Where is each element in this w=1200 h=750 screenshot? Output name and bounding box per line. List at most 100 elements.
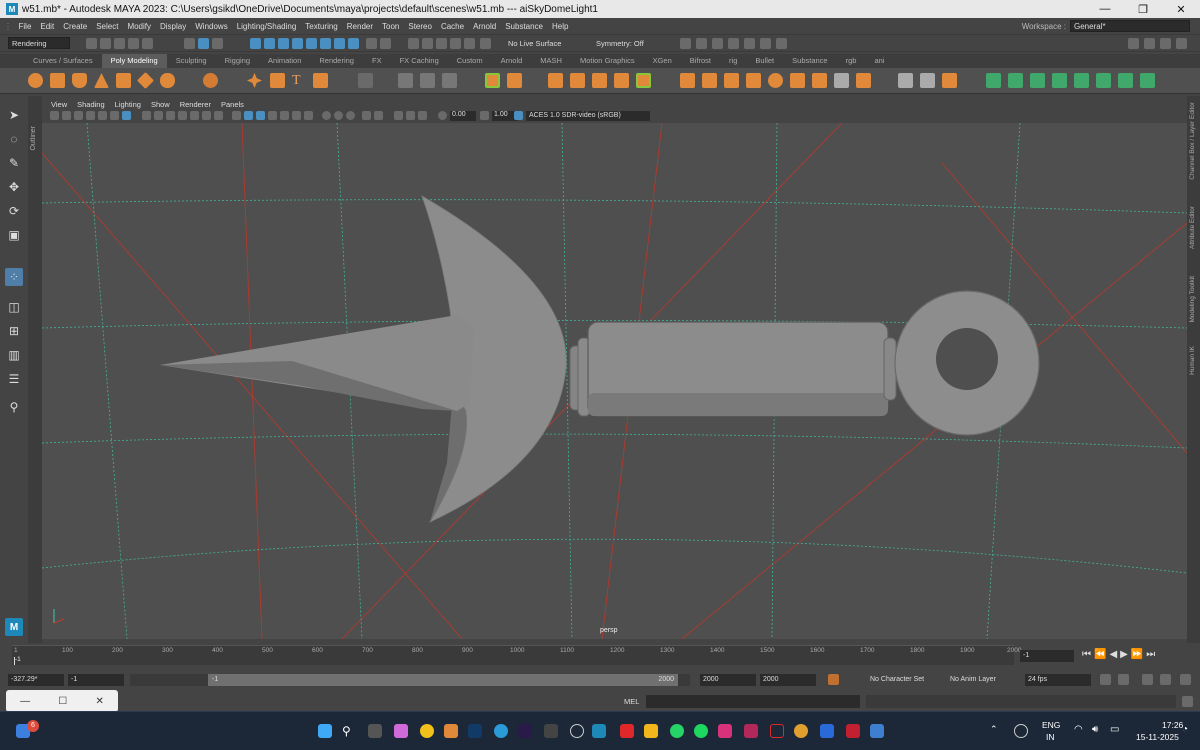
super-shape-icon[interactable] (203, 73, 218, 88)
close-button[interactable]: ✕ (1162, 0, 1200, 18)
anti-alias-icon[interactable] (334, 111, 343, 120)
wifi-icon[interactable]: ◠ (1074, 724, 1083, 735)
image-plane-icon[interactable] (86, 111, 95, 120)
task-view-icon[interactable] (368, 724, 382, 738)
camera-attributes-icon[interactable] (62, 111, 71, 120)
bridge-icon[interactable] (507, 73, 522, 88)
render-icon[interactable] (408, 38, 419, 49)
playback-options-icon[interactable] (1118, 674, 1129, 685)
menu-toon[interactable]: Toon (378, 22, 404, 31)
battery-icon[interactable]: ▭ (1110, 724, 1119, 735)
render-view-icon[interactable] (464, 38, 475, 49)
shelf-tab-bifrost[interactable]: Bifrost (681, 54, 720, 68)
shelf-tab-motion-graphics[interactable]: Motion Graphics (571, 54, 644, 68)
bookmark-icon[interactable] (74, 111, 83, 120)
insert-edge-loop-icon[interactable] (680, 73, 695, 88)
open-scene-icon[interactable] (100, 38, 111, 49)
filter-icon[interactable] (320, 38, 331, 49)
symmetry-label[interactable]: Symmetry: Off (596, 39, 644, 48)
safe-action-icon[interactable] (202, 111, 211, 120)
menuset-dropdown[interactable]: Rendering (8, 37, 70, 49)
single-view-layout-icon[interactable]: ◫ (5, 298, 23, 316)
sidebar-right-3-icon[interactable] (1160, 38, 1171, 49)
settings-icon[interactable] (1180, 674, 1191, 685)
grease-pencil-icon[interactable] (110, 111, 119, 120)
panel-menu-shading[interactable]: Shading (72, 100, 110, 109)
menu-help[interactable]: Help (548, 22, 573, 31)
instagram-icon[interactable] (718, 724, 732, 738)
xray-joints-icon[interactable] (394, 111, 403, 120)
timeline-ruler[interactable]: 1 100 200 300 400 500 600 700 800 900 10… (12, 645, 1021, 665)
volume-icon[interactable]: 🔊︎ (1092, 724, 1098, 735)
sidebar-right-2-icon[interactable] (1144, 38, 1155, 49)
mirror-icon[interactable] (920, 73, 935, 88)
menu-substance[interactable]: Substance (501, 22, 548, 31)
color-space-dropdown[interactable]: ACES 1.0 SDR-video (sRGB) (526, 111, 650, 121)
new-scene-icon[interactable] (86, 38, 97, 49)
exposure-field[interactable]: 0.00 (450, 111, 476, 121)
select-object-icon[interactable] (198, 38, 209, 49)
select-component-icon[interactable] (212, 38, 223, 49)
search-icon[interactable]: ⚲ (342, 724, 356, 738)
menu-create[interactable]: Create (59, 22, 92, 31)
side-tab-modeling-toolkit[interactable]: Modeling Toolkit (1189, 276, 1196, 323)
current-frame-field[interactable]: -1 (1020, 650, 1074, 662)
hud-icon[interactable] (418, 111, 427, 120)
snap-view-plane-icon[interactable] (292, 38, 303, 49)
sidebar-toggle-4-icon[interactable] (728, 38, 739, 49)
sidebar-toggle-1-icon[interactable] (680, 38, 691, 49)
exposure-icon[interactable] (438, 111, 447, 120)
poly-cylinder-icon[interactable] (72, 73, 87, 88)
shelf-tab-xgen[interactable]: XGen (644, 54, 681, 68)
hypershade-icon[interactable] (450, 38, 461, 49)
lasso-tool-icon[interactable]: ◌ (5, 130, 23, 148)
select-hierarchy-icon[interactable] (184, 38, 195, 49)
motion-blur-icon[interactable] (322, 111, 331, 120)
character-set-dropdown[interactable]: No Character Set (870, 676, 924, 683)
range-handle[interactable]: -1 2000 (208, 674, 678, 686)
fps-dropdown[interactable]: 24 fps (1025, 674, 1091, 686)
gate-mask-icon[interactable] (178, 111, 187, 120)
magnet-icon[interactable] (480, 38, 491, 49)
svg-icon[interactable] (313, 73, 328, 88)
menu-windows[interactable]: Windows (191, 22, 232, 31)
shelf-tab-animation[interactable]: Animation (259, 54, 310, 68)
offset-edge-loop-icon[interactable] (702, 73, 717, 88)
uv-editor-icon[interactable] (1074, 73, 1089, 88)
textured-icon[interactable] (268, 111, 277, 120)
shadows-icon[interactable] (292, 111, 301, 120)
use-lights-icon[interactable] (280, 111, 289, 120)
snap-point-icon[interactable] (278, 38, 289, 49)
backface-culling-icon[interactable] (406, 111, 415, 120)
shelf-tab-fx-caching[interactable]: FX Caching (391, 54, 448, 68)
language-label[interactable]: ENG (1042, 720, 1060, 730)
two-view-layout-icon[interactable]: ▥ (5, 346, 23, 364)
color-management-icon[interactable] (514, 111, 523, 120)
after-effects-icon[interactable] (518, 724, 532, 738)
menu-file[interactable]: File (14, 22, 36, 31)
grease-pencil-active-icon[interactable] (122, 111, 131, 120)
auto-key-icon[interactable] (828, 674, 839, 685)
sidebar-toggle-6-icon[interactable] (760, 38, 771, 49)
append-polygon-icon[interactable] (592, 73, 607, 88)
side-tab-channel-box[interactable]: Channel Box / Layer Editor (1189, 102, 1196, 180)
poly-torus-icon[interactable] (137, 72, 154, 89)
shelf-tab-mash[interactable]: MASH (531, 54, 571, 68)
multi-cut-icon[interactable] (636, 73, 651, 88)
select-camera-icon[interactable] (50, 111, 59, 120)
uv-cylindrical-icon[interactable] (1008, 73, 1023, 88)
shelf-tab-custom[interactable]: Custom (448, 54, 492, 68)
wireframe-icon[interactable] (232, 111, 241, 120)
app-3-icon[interactable] (820, 724, 834, 738)
scene-end-field[interactable]: 2000 (760, 674, 816, 686)
playback-start-field[interactable]: -1 (68, 674, 124, 686)
shelf-tab-bullet[interactable]: Bullet (746, 54, 783, 68)
popup-restore-icon[interactable]: ☐ (58, 696, 67, 707)
app-4-icon[interactable] (846, 724, 860, 738)
github-icon[interactable] (570, 724, 584, 738)
menu-texturing[interactable]: Texturing (301, 22, 342, 31)
chrome-icon[interactable] (794, 724, 808, 738)
menu-arnold[interactable]: Arnold (469, 22, 501, 31)
uv-spherical-icon[interactable] (1030, 73, 1045, 88)
scale-tool-icon[interactable]: ▣ (5, 226, 23, 244)
